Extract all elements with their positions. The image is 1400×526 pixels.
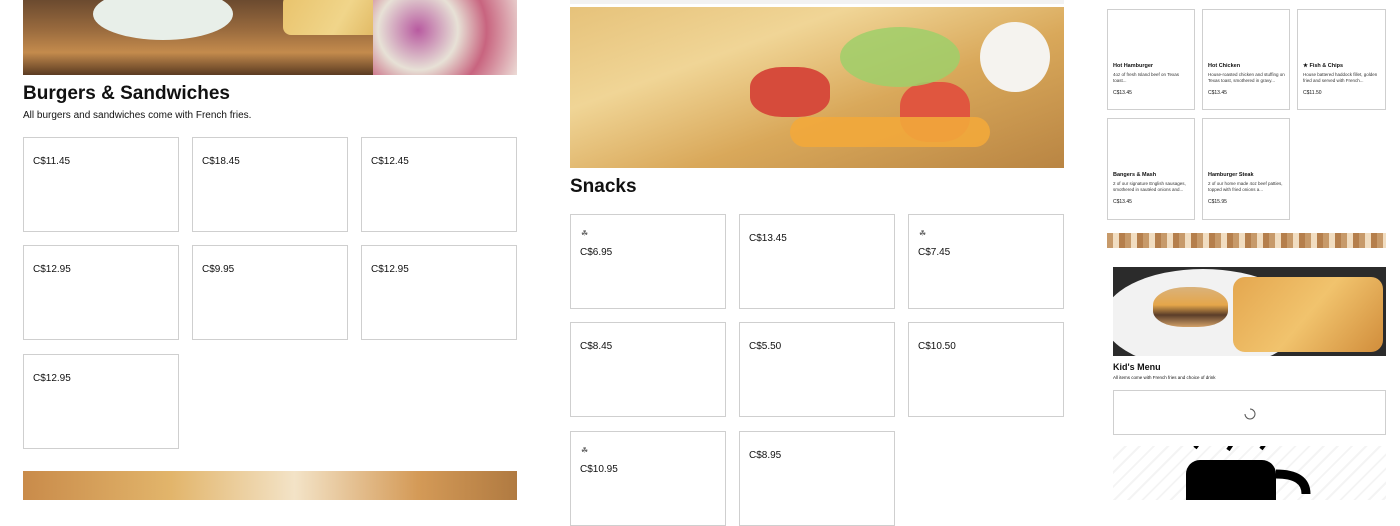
item-price: C$13.45: [1113, 199, 1132, 205]
leaf-icon: ☘: [581, 229, 589, 238]
burger-card[interactable]: C$12.95: [23, 245, 179, 340]
strip-image: [1107, 233, 1386, 248]
snack-card[interactable]: C$8.45: [570, 322, 726, 417]
lettuce-shape: [840, 27, 960, 87]
price: C$18.45: [202, 156, 240, 167]
item-desc: 4oz of fresh Island beef on Texas toast.…: [1113, 72, 1179, 83]
burger-card[interactable]: C$18.45: [192, 137, 348, 232]
item-name: Hot Chicken: [1208, 63, 1241, 69]
leaf-icon: ☘: [919, 229, 927, 238]
price: C$6.95: [580, 247, 613, 258]
right-preview: Hot Hamburger 4oz of fresh Island beef o…: [1100, 0, 1400, 500]
item-price: C$11.50: [1303, 90, 1322, 96]
burgers-hero-image: [23, 0, 517, 75]
menu-item-card[interactable]: ★ Fish & Chips House battered haddock fi…: [1297, 9, 1386, 110]
price: C$8.95: [749, 450, 782, 461]
kids-menu-title: Kid's Menu: [1113, 362, 1161, 372]
snacks-column: Snacks ☘ C$6.95 C$13.45 ☘ C$7.45 C$8.45 …: [540, 0, 1080, 526]
price: C$12.95: [371, 264, 409, 275]
menu-item-card[interactable]: Hamburger Steak 2 of our home made 4oz b…: [1202, 118, 1290, 220]
snacks-hero-image: [570, 7, 1064, 168]
burger-shape: [1153, 287, 1228, 327]
kids-menu-image: [1113, 267, 1386, 356]
snack-card[interactable]: C$5.50: [739, 322, 895, 417]
price: C$12.95: [33, 373, 71, 384]
sauce-shape: [980, 22, 1050, 92]
fries-shape: [1233, 277, 1383, 352]
loading-spinner-icon: [1244, 408, 1256, 420]
snack-card[interactable]: C$8.95: [739, 431, 895, 526]
item-desc: House-roasted chicken and stuffing on Te…: [1208, 72, 1285, 83]
item-price: C$15.95: [1208, 199, 1227, 205]
snack-card[interactable]: C$10.50: [908, 322, 1064, 417]
top-divider: [570, 0, 1064, 4]
burger-card[interactable]: C$12.95: [23, 354, 179, 449]
item-price: C$13.45: [1208, 90, 1227, 96]
price: C$5.50: [749, 341, 782, 352]
menu-item-card[interactable]: Bangers & Mash 2 of our signature Englis…: [1107, 118, 1195, 220]
sauce-shape: [93, 0, 233, 40]
snack-card[interactable]: ☘ C$6.95: [570, 214, 726, 309]
item-desc: 2 of our signature English sausages, smo…: [1113, 181, 1186, 192]
price: C$10.95: [580, 464, 618, 475]
item-name: Hamburger Steak: [1208, 172, 1254, 178]
burger-card[interactable]: C$12.95: [361, 245, 517, 340]
coffee-cup-icon: [1186, 446, 1311, 500]
kids-item-card[interactable]: [1113, 390, 1386, 435]
item-name: ★ Fish & Chips: [1303, 63, 1343, 69]
item-name: Hot Hamburger: [1113, 63, 1154, 69]
item-price: C$13.45: [1113, 90, 1132, 96]
burgers-subtitle: All burgers and sandwiches come with Fre…: [23, 110, 252, 121]
price: C$11.45: [33, 156, 71, 167]
price: C$10.50: [918, 341, 956, 352]
price: C$12.95: [33, 264, 71, 275]
price: C$9.95: [202, 264, 235, 275]
burger-card[interactable]: C$12.45: [361, 137, 517, 232]
kids-menu-subtitle: All items come with French fries and cho…: [1113, 375, 1216, 380]
item-desc: House battered haddock fillet, golden fr…: [1303, 72, 1378, 83]
price: C$7.45: [918, 247, 951, 258]
price: C$13.45: [749, 233, 787, 244]
tomato-shape: [750, 67, 830, 117]
snack-card[interactable]: ☘ C$7.45: [908, 214, 1064, 309]
snack-card[interactable]: ☘ C$10.95: [570, 431, 726, 526]
price: C$12.45: [371, 156, 409, 167]
snack-card[interactable]: C$13.45: [739, 214, 895, 309]
star-icon: ★: [1303, 63, 1308, 69]
menu-item-card[interactable]: Hot Hamburger 4oz of fresh Island beef o…: [1107, 9, 1195, 110]
drinks-image: [1113, 446, 1386, 500]
next-section-image: [23, 471, 517, 500]
item-name-text: Fish & Chips: [1309, 63, 1344, 69]
burgers-title: Burgers & Sandwiches: [23, 83, 230, 104]
item-desc: 2 of our home made 4oz beef patties, top…: [1208, 181, 1283, 192]
price: C$8.45: [580, 341, 613, 352]
burger-card[interactable]: C$11.45: [23, 137, 179, 232]
cheese-shape: [790, 117, 990, 147]
item-name: Bangers & Mash: [1113, 172, 1157, 178]
coleslaw-shape: [373, 0, 517, 75]
burgers-column: Burgers & Sandwiches All burgers and san…: [0, 0, 540, 500]
snacks-title: Snacks: [570, 176, 637, 197]
burger-card[interactable]: C$9.95: [192, 245, 348, 340]
leaf-icon: ☘: [581, 446, 589, 455]
menu-item-card[interactable]: Hot Chicken House-roasted chicken and st…: [1202, 9, 1290, 110]
